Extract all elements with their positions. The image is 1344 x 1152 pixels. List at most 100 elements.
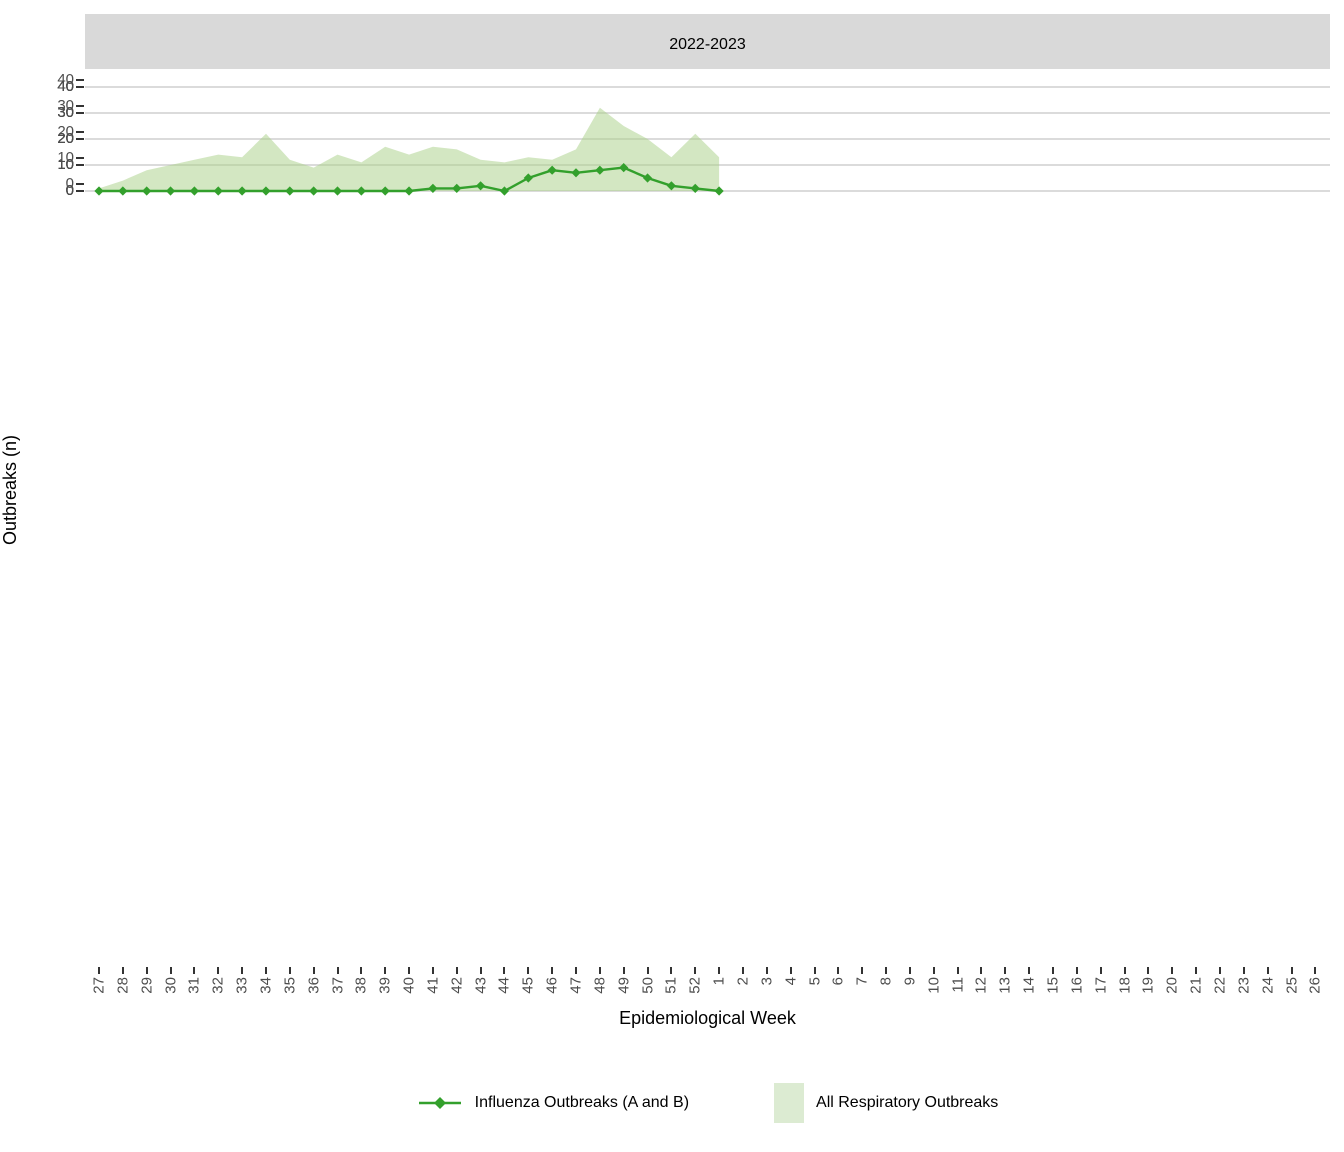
x-tick-mark	[122, 967, 124, 974]
x-tick-mark	[742, 967, 744, 974]
y-tick-mark	[76, 190, 84, 192]
x-tick-mark	[241, 967, 243, 974]
x-tick-mark	[337, 967, 339, 974]
x-tick-mark	[1004, 967, 1006, 974]
x-tick-label: 26	[1308, 977, 1323, 994]
legend-item-influenza: Influenza Outbreaks (A and B)	[417, 1093, 689, 1113]
x-tick-mark	[1219, 967, 1221, 974]
x-tick-mark	[1195, 967, 1197, 974]
x-tick-label: 20	[1165, 977, 1180, 994]
facet-strip: 2022-2023	[85, 21, 1330, 69]
x-tick-mark	[146, 967, 148, 974]
x-tick-label: 12	[974, 977, 989, 994]
x-tick-mark	[432, 967, 434, 974]
faceted-outbreaks-chart: 0102030402018-20190102030402019-20200102…	[0, 0, 1344, 1152]
x-tick-mark	[480, 967, 482, 974]
x-tick-mark	[503, 967, 505, 974]
y-tick-label: 20	[40, 130, 74, 148]
x-axis: 2728293031323334353637383940414243444546…	[0, 967, 1344, 1011]
x-tick-mark	[170, 967, 172, 974]
x-tick-label: 11	[950, 977, 965, 993]
x-tick-label: 10	[926, 977, 941, 994]
x-tick-label: 8	[879, 977, 894, 985]
x-tick-mark	[1028, 967, 1030, 974]
x-tick-label: 9	[902, 977, 917, 985]
legend-label-respiratory: All Respiratory Outbreaks	[816, 1094, 998, 1112]
y-tick-mark	[76, 86, 84, 88]
x-tick-label: 15	[1046, 977, 1061, 994]
x-tick-label: 5	[807, 977, 822, 985]
x-tick-mark	[360, 967, 362, 974]
x-tick-label: 42	[449, 977, 464, 994]
x-tick-label: 24	[1260, 977, 1275, 994]
x-tick-label: 52	[688, 977, 703, 994]
x-tick-mark	[193, 967, 195, 974]
respiratory-area	[99, 108, 719, 191]
x-tick-mark	[885, 967, 887, 974]
x-tick-label: 29	[139, 977, 154, 994]
legend-label-influenza: Influenza Outbreaks (A and B)	[475, 1094, 689, 1112]
x-tick-label: 14	[1022, 977, 1037, 994]
y-axis-gutter: 010203040	[0, 21, 85, 206]
x-tick-label: 32	[211, 977, 226, 994]
x-tick-label: 48	[592, 977, 607, 994]
area-swatch-icon	[774, 1083, 804, 1123]
x-tick-mark	[861, 967, 863, 974]
x-tick-label: 17	[1093, 977, 1108, 994]
facet-plot-svg	[85, 69, 1330, 206]
x-tick-mark	[313, 967, 315, 974]
x-tick-label: 21	[1189, 977, 1204, 994]
x-tick-mark	[814, 967, 816, 974]
x-tick-label: 30	[163, 977, 178, 994]
x-tick-mark	[1052, 967, 1054, 974]
x-tick-mark	[790, 967, 792, 974]
x-tick-label: 3	[759, 977, 774, 985]
x-tick-mark	[1291, 967, 1293, 974]
x-tick-mark	[1314, 967, 1316, 974]
y-tick-mark	[76, 112, 84, 114]
x-tick-label: 35	[282, 977, 297, 994]
x-tick-mark	[718, 967, 720, 974]
y-tick-mark	[76, 164, 84, 166]
x-tick-mark	[623, 967, 625, 974]
x-tick-mark	[456, 967, 458, 974]
x-tick-label: 6	[831, 977, 846, 985]
x-tick-label: 38	[354, 977, 369, 994]
x-tick-label: 41	[425, 977, 440, 994]
x-tick-mark	[217, 967, 219, 974]
x-tick-mark	[265, 967, 267, 974]
x-tick-mark	[1243, 967, 1245, 974]
x-tick-mark	[599, 967, 601, 974]
x-tick-mark	[289, 967, 291, 974]
x-tick-mark	[766, 967, 768, 974]
facet-panels-container: 0102030402018-20190102030402019-20200102…	[0, 14, 1344, 21]
x-tick-mark	[1076, 967, 1078, 974]
x-tick-mark	[408, 967, 410, 974]
x-tick-mark	[980, 967, 982, 974]
x-tick-label: 39	[378, 977, 393, 994]
x-tick-label: 18	[1117, 977, 1132, 994]
x-tick-label: 33	[235, 977, 250, 994]
x-tick-label: 25	[1284, 977, 1299, 994]
x-tick-mark	[909, 967, 911, 974]
x-tick-label: 16	[1069, 977, 1084, 994]
x-tick-label: 46	[545, 977, 560, 994]
x-tick-label: 50	[640, 977, 655, 994]
x-tick-mark	[575, 967, 577, 974]
legend-key-diamond	[434, 1097, 446, 1109]
y-tick-label: 40	[40, 78, 74, 96]
y-tick-label: 0	[40, 182, 74, 200]
x-tick-mark	[1147, 967, 1149, 974]
facet-panel: 2022-2023	[85, 21, 1330, 206]
x-tick-mark	[98, 967, 100, 974]
x-tick-label: 44	[497, 977, 512, 994]
x-tick-mark	[837, 967, 839, 974]
x-axis-title: Epidemiological Week	[85, 1008, 1330, 1029]
x-tick-mark	[933, 967, 935, 974]
x-tick-mark	[1171, 967, 1173, 974]
x-tick-label: 51	[664, 977, 679, 994]
x-tick-label: 37	[330, 977, 345, 994]
legend: Influenza Outbreaks (A and B) All Respir…	[85, 1075, 1330, 1131]
y-axis-title: Outbreaks (n)	[1, 435, 19, 545]
x-tick-label: 7	[855, 977, 870, 985]
